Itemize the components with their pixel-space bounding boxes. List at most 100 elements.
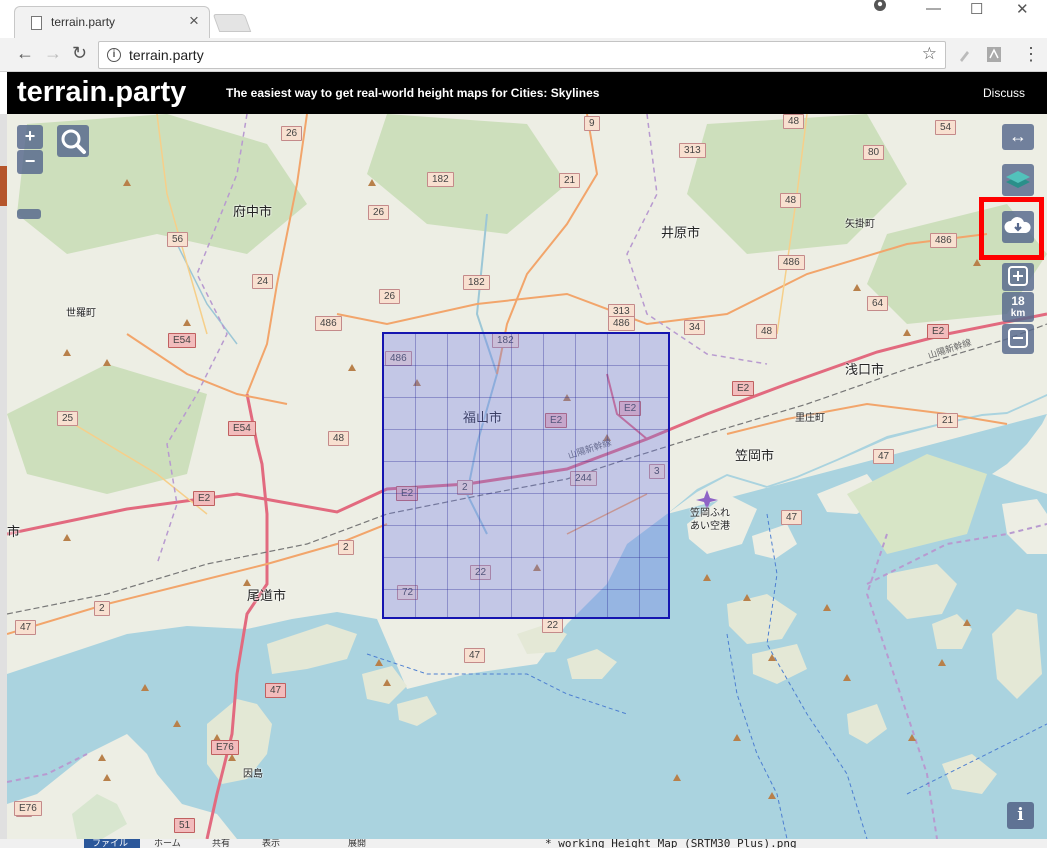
info-button[interactable]: i (1007, 802, 1034, 829)
grid-line (384, 365, 668, 366)
grid-line (447, 334, 448, 617)
new-tab-button[interactable] (212, 14, 252, 32)
view-tab[interactable]: 表示 (262, 839, 280, 848)
browser-toolbar: ← → ↻ i terrain.party ☆ ⋮ (0, 38, 1047, 72)
minimize-icon[interactable]: — (926, 0, 941, 17)
back-icon[interactable]: ← (16, 42, 34, 64)
size-increase-button[interactable] (1002, 263, 1034, 291)
background-explorer-ribbon: ファイル ホーム 共有 表示 展開 * working Height Map (… (0, 839, 1047, 848)
reload-icon[interactable]: ↻ (72, 42, 87, 64)
road-shield: 24 (252, 274, 274, 289)
road-shield: 2 (94, 601, 110, 616)
extension-icon[interactable] (957, 47, 971, 63)
size-decrease-button[interactable] (1002, 324, 1034, 354)
road-shield: 21 (937, 413, 959, 428)
place-label: 尾道市 (247, 588, 287, 603)
place-label: 市 (7, 524, 21, 539)
place-label: 因島 (243, 769, 263, 780)
pdf-extension-icon[interactable] (986, 46, 1002, 63)
road-shield: 48 (780, 193, 802, 208)
minus-box-icon (1008, 328, 1028, 348)
site-info-icon[interactable]: i (107, 48, 121, 62)
search-button[interactable] (57, 125, 89, 157)
tab-strip: terrain.party × — ☐ ✕ (0, 0, 1047, 38)
layers-button[interactable] (1002, 164, 1034, 196)
road-shield: 47 (265, 683, 287, 698)
road-shield: E54 (228, 421, 256, 436)
road-shield: E76 (211, 740, 239, 755)
place-label: 府中市 (233, 204, 273, 219)
app-header: terrain.party The easiest way to get rea… (7, 72, 1047, 114)
background-window-edge (0, 114, 7, 848)
tab-title: terrain.party (51, 15, 116, 29)
zoom-in-button[interactable]: + (17, 125, 43, 149)
tagline: The easiest way to get real-world height… (226, 86, 600, 100)
highlight-box (979, 197, 1044, 260)
bookmark-star-icon[interactable]: ☆ (922, 44, 937, 64)
road-shield: 47 (781, 510, 803, 525)
grid-line (384, 397, 668, 398)
plus-box-icon (1008, 266, 1028, 286)
road-shield: 25 (57, 411, 79, 426)
road-shield: 26 (281, 126, 303, 141)
road-shield: 34 (684, 320, 706, 335)
map-view[interactable]: 26 9 48 54 313 80 182 21 56 26 48 486 24… (7, 114, 1047, 839)
size-value: 18 (1011, 294, 1025, 308)
profile-icon[interactable] (873, 0, 887, 12)
forward-icon[interactable]: → (44, 42, 62, 64)
grid-line (607, 334, 608, 617)
maximize-icon[interactable]: ☐ (970, 0, 983, 18)
close-window-icon[interactable]: ✕ (1016, 0, 1029, 18)
grid-line (415, 334, 416, 617)
grid-line (479, 334, 480, 617)
expand-tab[interactable]: 展開 (348, 839, 366, 848)
road-shield: E2 (193, 491, 216, 506)
size-readout: 18 km (1002, 292, 1034, 322)
road-shield: 64 (867, 296, 889, 311)
road-shield: 22 (542, 618, 564, 633)
road-shield: 54 (935, 120, 957, 135)
road-shield: 182 (463, 275, 490, 290)
place-label: 世羅町 (66, 308, 96, 319)
road-shield: E2 (732, 381, 755, 396)
grid-line (384, 589, 668, 590)
grid-line (639, 334, 640, 617)
search-icon (61, 129, 86, 154)
menu-icon[interactable]: ⋮ (1022, 43, 1040, 65)
place-label: あい空港 (690, 521, 730, 532)
grid-line (384, 525, 668, 526)
page-icon (31, 16, 42, 30)
road-shield: 48 (783, 114, 805, 129)
resize-arrows-button[interactable]: ↔ (1002, 124, 1034, 150)
share-tab[interactable]: 共有 (212, 839, 230, 848)
grid-line (511, 334, 512, 617)
road-shield: 80 (863, 145, 885, 160)
selection-box[interactable] (382, 332, 670, 619)
grid-line (543, 334, 544, 617)
layers-icon (1006, 171, 1030, 188)
file-tab[interactable]: ファイル (84, 839, 140, 848)
road-shield: 47 (464, 648, 486, 663)
grid-line (384, 493, 668, 494)
road-shield: 21 (559, 173, 581, 188)
tab-close-icon[interactable]: × (189, 12, 199, 29)
road-shield: 486 (608, 316, 635, 331)
road-shield: 486 (778, 255, 805, 270)
brand-logo[interactable]: terrain.party (17, 76, 186, 109)
road-shield: 56 (167, 232, 189, 247)
road-shield: 182 (427, 172, 454, 187)
place-label: 矢掛町 (845, 219, 875, 230)
place-label: 井原市 (661, 225, 701, 240)
discuss-link[interactable]: Discuss (983, 86, 1025, 100)
browser-chrome: terrain.party × — ☐ ✕ ← → ↻ i terrain.pa… (0, 0, 1047, 72)
browser-tab[interactable]: terrain.party × (14, 6, 210, 38)
place-label: 笠岡市 (735, 448, 775, 463)
road-shield: 51 (174, 818, 196, 833)
zoom-out-button[interactable]: − (17, 150, 43, 174)
road-shield: 486 (315, 316, 342, 331)
address-bar[interactable]: i terrain.party ☆ (98, 41, 946, 69)
zoom-slider-handle[interactable] (17, 209, 41, 219)
home-tab[interactable]: ホーム (154, 839, 181, 848)
road-shield: 48 (328, 431, 350, 446)
grid-line (384, 429, 668, 430)
